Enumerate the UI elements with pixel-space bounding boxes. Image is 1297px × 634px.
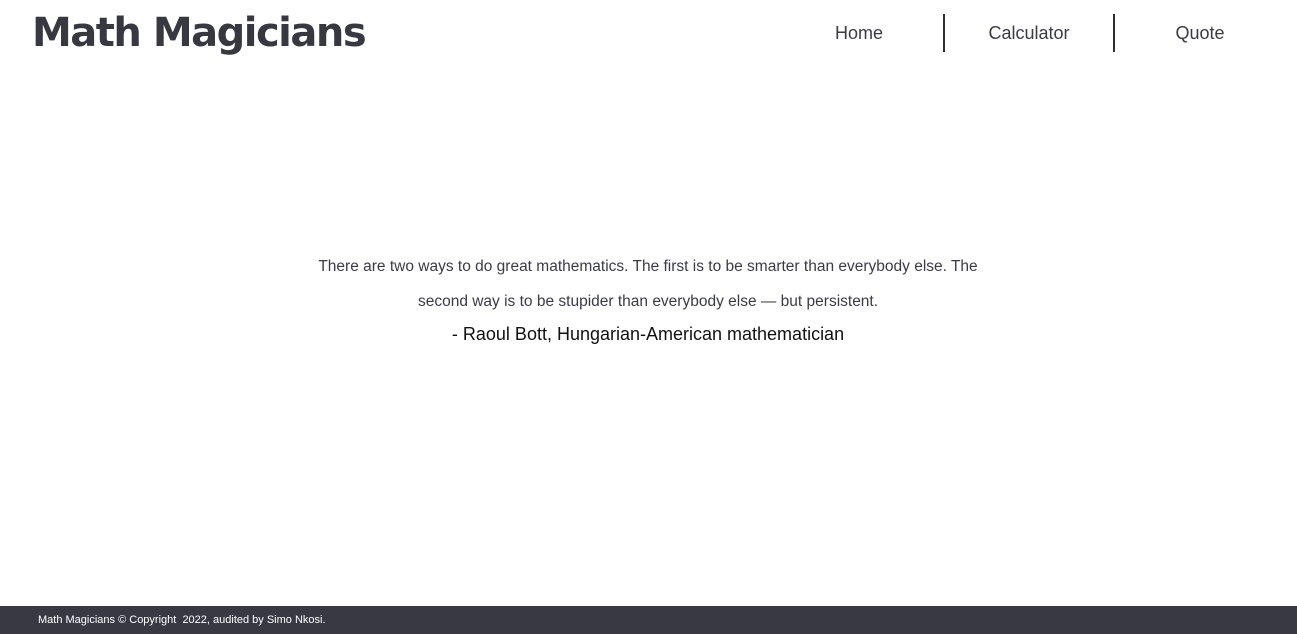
footer-copyright: Math Magicians © Copyright 2022, audited… — [38, 614, 326, 626]
page: Math Magicians Home Calculator Quote The… — [0, 0, 1297, 634]
main-nav: Home Calculator Quote — [775, 14, 1285, 52]
nav-link-home[interactable]: Home — [775, 14, 945, 52]
header: Math Magicians Home Calculator Quote — [0, 0, 1297, 66]
footer: Math Magicians © Copyright 2022, audited… — [0, 606, 1297, 634]
nav-link-quote[interactable]: Quote — [1115, 14, 1285, 52]
quote-section: There are two ways to do great mathemati… — [298, 249, 998, 346]
quote-text: There are two ways to do great mathemati… — [318, 258, 978, 310]
nav-link-calculator[interactable]: Calculator — [945, 14, 1115, 52]
quote-author: - Raoul Bott, Hungarian-American mathema… — [451, 324, 845, 344]
site-logo: Math Magicians — [32, 10, 367, 56]
